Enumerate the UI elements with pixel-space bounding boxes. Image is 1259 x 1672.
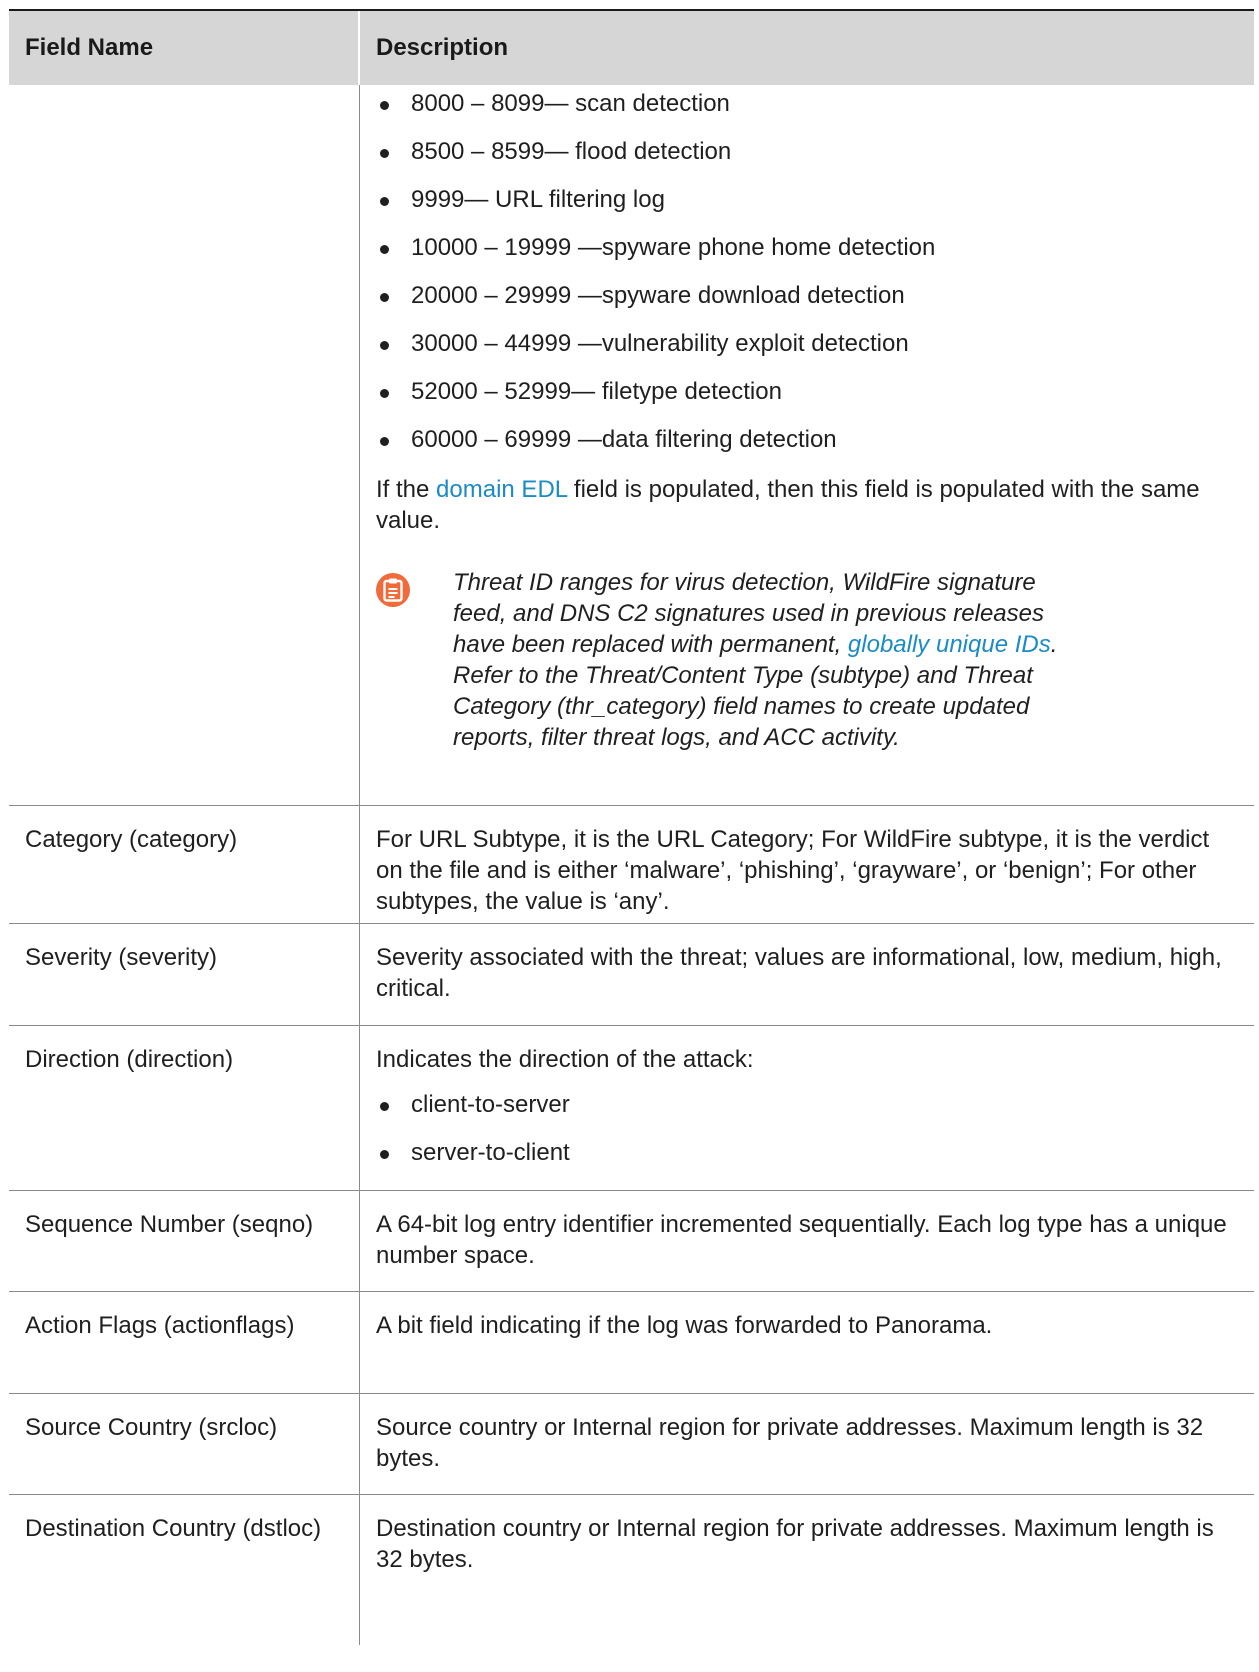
globally-unique-ids-link[interactable]: globally unique IDs <box>848 631 1051 658</box>
header-description: Description <box>376 34 509 61</box>
list-item: 8500 – 8599— flood detection <box>376 136 1240 184</box>
description-cell: Destination country or Internal region f… <box>376 1515 1214 1573</box>
clipboard-icon <box>376 573 410 607</box>
threat-log-fields-table: Field Name Description 8000 – 8099— scan… <box>9 9 1254 1645</box>
domain-edl-link[interactable]: domain EDL <box>436 476 567 503</box>
list-item: 8000 – 8099— scan detection <box>376 88 1240 136</box>
list-item: 52000 – 52999— filetype detection <box>376 376 1240 424</box>
field-cell: Severity (severity) <box>9 924 360 1025</box>
note-text: Threat ID ranges for virus detection, Wi… <box>453 567 1073 753</box>
edl-text-pre: If the <box>376 476 437 503</box>
description-cell: Severity associated with the threat; val… <box>376 944 1222 1002</box>
table-row-threat-id: 8000 – 8099— scan detection 8500 – 8599—… <box>9 85 1254 806</box>
table-row: Sequence Number (seqno) A 64-bit log ent… <box>9 1191 1254 1292</box>
description-cell: For URL Subtype, it is the URL Category;… <box>376 826 1210 915</box>
list-item: 9999— URL filtering log <box>376 184 1240 232</box>
description-cell: Source country or Internal region for pr… <box>376 1414 1204 1472</box>
field-cell: Sequence Number (seqno) <box>9 1191 360 1291</box>
note-callout: Threat ID ranges for virus detection, Wi… <box>376 567 1240 753</box>
direction-list: client-to-server server-to-client <box>376 1089 1240 1185</box>
list-item: 30000 – 44999 —vulnerability exploit det… <box>376 328 1240 376</box>
field-cell: Destination Country (dstloc) <box>9 1495 360 1645</box>
description-cell: 8000 – 8099— scan detection 8500 – 8599—… <box>360 85 1254 805</box>
field-cell: Action Flags (actionflags) <box>9 1292 360 1393</box>
description-cell: Indicates the direction of the attack: c… <box>360 1026 1254 1190</box>
table-row: Direction (direction) Indicates the dire… <box>9 1026 1254 1191</box>
table-header: Field Name Description <box>9 9 1254 85</box>
field-cell <box>9 85 360 805</box>
threat-id-range-list: 8000 – 8099— scan detection 8500 – 8599—… <box>376 88 1240 472</box>
list-item: client-to-server <box>376 1089 1240 1137</box>
field-cell: Category (category) <box>9 806 360 923</box>
table-row: Category (category) For URL Subtype, it … <box>9 806 1254 924</box>
edl-paragraph: If the domain EDL field is populated, th… <box>376 474 1240 536</box>
field-cell: Source Country (srcloc) <box>9 1394 360 1494</box>
field-cell: Direction (direction) <box>9 1026 360 1190</box>
list-item: server-to-client <box>376 1137 1240 1185</box>
table-row: Destination Country (dstloc) Destination… <box>9 1495 1254 1645</box>
list-item: 20000 – 29999 —spyware download detectio… <box>376 280 1240 328</box>
list-item: 60000 – 69999 —data filtering detection <box>376 424 1240 472</box>
list-item: 10000 – 19999 —spyware phone home detect… <box>376 232 1240 280</box>
direction-intro: Indicates the direction of the attack: <box>376 1046 754 1073</box>
header-field-name: Field Name <box>9 11 360 85</box>
description-cell: A 64-bit log entry identifier incremente… <box>376 1211 1227 1269</box>
table-row: Source Country (srcloc) Source country o… <box>9 1394 1254 1495</box>
table-row: Severity (severity) Severity associated … <box>9 924 1254 1026</box>
description-cell: A bit field indicating if the log was fo… <box>376 1312 993 1339</box>
table-row: Action Flags (actionflags) A bit field i… <box>9 1292 1254 1394</box>
